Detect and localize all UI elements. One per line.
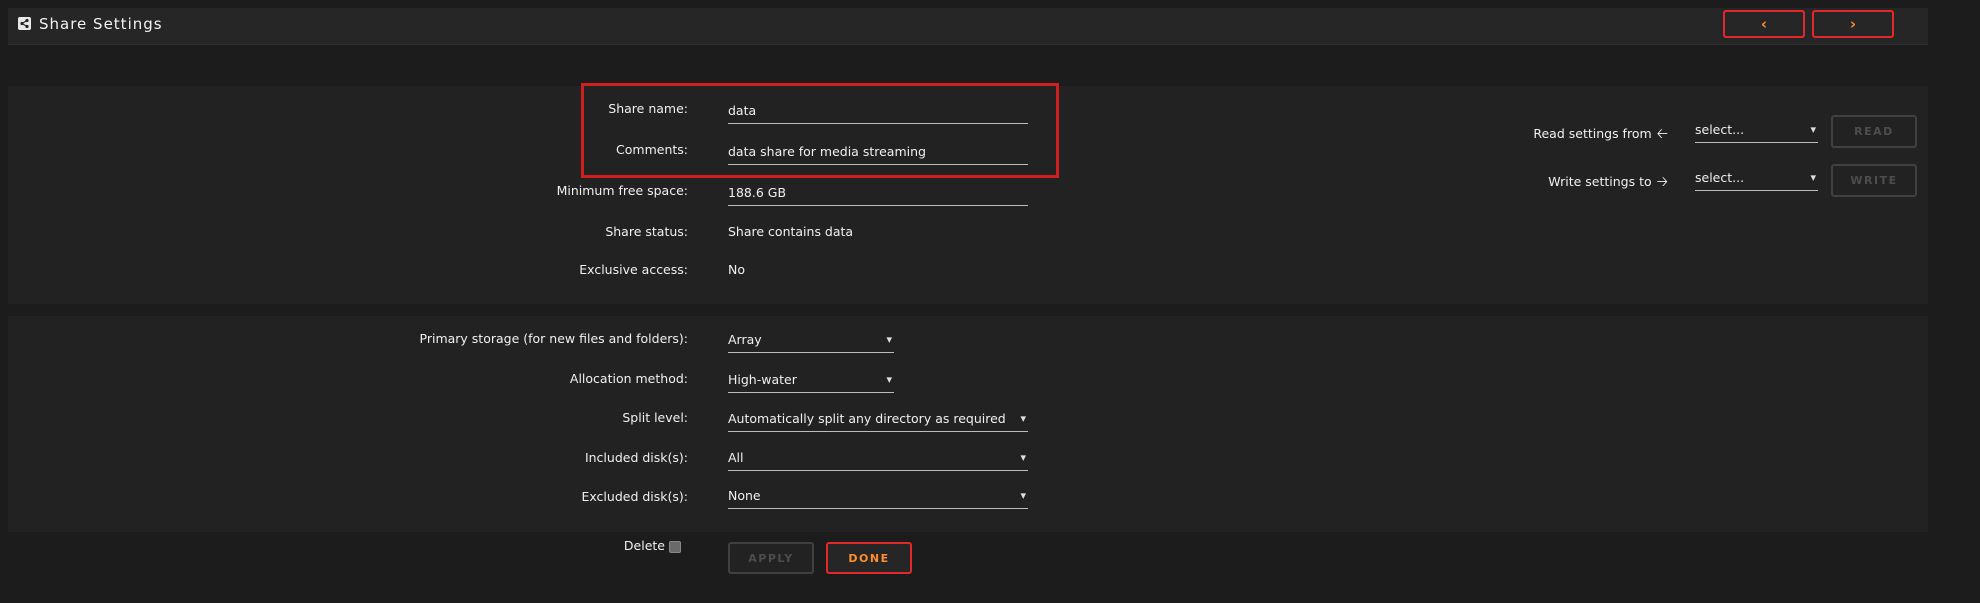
included-disks-label: Included disk(s): [584, 450, 688, 465]
write-settings-text: Write settings to [1548, 174, 1652, 189]
primary-storage-select[interactable]: Array [728, 331, 894, 353]
chevron-right-icon: › [1849, 15, 1857, 33]
read-settings-label: Read settings from 🡠 [1533, 123, 1673, 147]
chevron-left-icon: ‹ [1760, 15, 1768, 33]
read-settings-text: Read settings from [1533, 126, 1652, 141]
previous-share-button[interactable]: ‹ [1723, 10, 1805, 38]
exclusive-access-label: Exclusive access: [579, 262, 688, 277]
arrow-left-icon: 🡠 [1656, 126, 1668, 142]
excluded-disks-select[interactable]: None [728, 487, 1028, 509]
split-level-label: Split level: [622, 410, 688, 425]
excluded-disks-label: Excluded disk(s): [581, 489, 688, 504]
page-title: Share Settings [39, 15, 163, 33]
read-settings-select[interactable]: select... [1695, 121, 1818, 143]
share-name-label: Share name: [608, 101, 688, 116]
delete-label: Delete [623, 538, 665, 553]
apply-button[interactable]: APPLY [728, 542, 814, 574]
allocation-method-label: Allocation method: [569, 371, 688, 386]
primary-storage-label: Primary storage (for new files and folde… [419, 331, 688, 346]
delete-checkbox[interactable] [669, 541, 681, 553]
split-level-select[interactable]: Automatically split any directory as req… [728, 410, 1028, 432]
min-free-space-input[interactable]: 188.6 GB [728, 184, 1028, 206]
share-name-input[interactable]: data [728, 102, 1028, 124]
share-status-label: Share status: [605, 224, 688, 239]
min-free-space-label: Minimum free space: [556, 183, 688, 198]
allocation-method-select[interactable]: High-water [728, 371, 894, 393]
exclusive-access-value: No [728, 262, 745, 277]
arrow-right-icon: 🡢 [1656, 174, 1668, 190]
write-settings-select[interactable]: select... [1695, 169, 1818, 191]
share-icon [18, 17, 31, 30]
write-button[interactable]: WRITE [1831, 164, 1917, 197]
next-share-button[interactable]: › [1812, 10, 1894, 38]
title-bar: Share Settings ‹ › [8, 8, 1928, 45]
share-status-value: Share contains data [728, 224, 854, 239]
comments-label: Comments: [616, 142, 688, 157]
read-button[interactable]: READ [1831, 115, 1917, 148]
done-button[interactable]: DONE [826, 542, 912, 574]
write-settings-label: Write settings to 🡢 [1548, 171, 1673, 195]
comments-input[interactable]: data share for media streaming [728, 143, 1028, 165]
included-disks-select[interactable]: All [728, 449, 1028, 471]
